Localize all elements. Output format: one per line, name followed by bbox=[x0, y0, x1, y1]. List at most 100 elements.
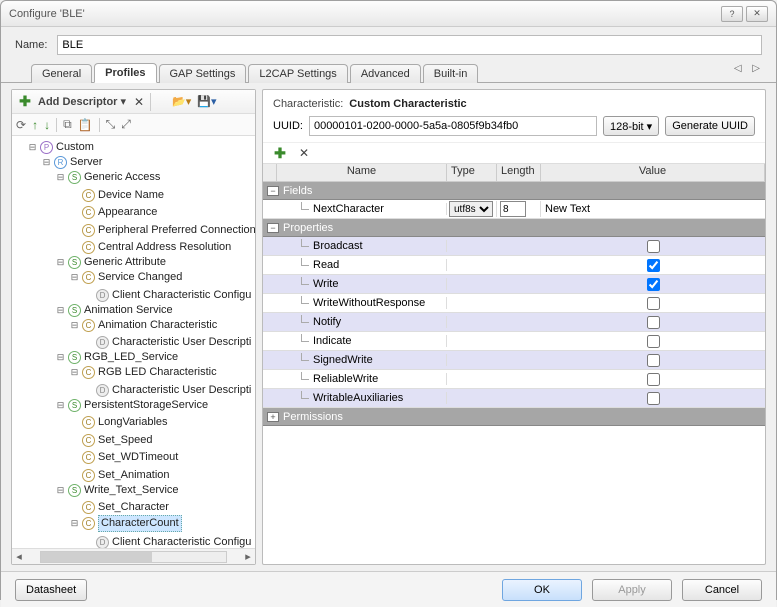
open-icon[interactable]: 📂▾ bbox=[170, 93, 193, 111]
tree-node[interactable]: ⊟CAnimation CharacteristicDCharacteristi… bbox=[70, 318, 253, 351]
delete-field-icon[interactable]: ✕ bbox=[295, 144, 313, 162]
tab-l2cap-settings[interactable]: L2CAP Settings bbox=[248, 64, 347, 83]
tab-scroll[interactable]: ◁ ▷ bbox=[734, 63, 764, 74]
help-button[interactable]: ? bbox=[721, 6, 743, 22]
tree-node[interactable]: DClient Characteristic Configu bbox=[84, 532, 253, 548]
property-row[interactable]: Read bbox=[263, 256, 765, 275]
tab-built-in[interactable]: Built-in bbox=[423, 64, 479, 83]
tree-node[interactable]: ⊟SGeneric Attribute⊟CService ChangedDCli… bbox=[56, 255, 253, 303]
tree-node[interactable]: ⊟SWrite_Text_ServiceCSet_Character⊟CChar… bbox=[56, 483, 253, 549]
copy-icon[interactable]: ⧉ bbox=[63, 117, 72, 132]
uuid-label: UUID: bbox=[273, 120, 303, 132]
tab-advanced[interactable]: Advanced bbox=[350, 64, 421, 83]
c-badge-icon: C bbox=[82, 434, 95, 447]
tree-node[interactable]: CSet_WDTimeout bbox=[70, 448, 253, 466]
tree-toolbar: ✚ Add Descriptor ▾ ✕ 📂▾ 💾▾ bbox=[12, 90, 255, 114]
property-checkbox[interactable] bbox=[647, 373, 660, 386]
tree-node[interactable]: ⊟SGeneric AccessCDevice NameCAppearanceC… bbox=[56, 170, 253, 255]
property-checkbox[interactable] bbox=[647, 259, 660, 272]
cancel-button[interactable]: Cancel bbox=[682, 579, 762, 601]
tree-root[interactable]: ⊟PCustom⊟RServer⊟SGeneric AccessCDevice … bbox=[28, 140, 253, 548]
property-checkbox[interactable] bbox=[647, 297, 660, 310]
tree-node[interactable]: ⊟CCharacterCountDClient Characteristic C… bbox=[70, 515, 253, 548]
tree-node[interactable]: CAppearance bbox=[70, 203, 253, 221]
field-row[interactable]: NextCharacter utf8s New Text bbox=[263, 200, 765, 219]
profile-tree[interactable]: ⊟PCustom⊟RServer⊟SGeneric AccessCDevice … bbox=[12, 136, 255, 548]
uuid-input[interactable] bbox=[309, 116, 597, 136]
property-row[interactable]: Broadcast bbox=[263, 237, 765, 256]
save-icon[interactable]: 💾▾ bbox=[195, 93, 218, 111]
section-permissions[interactable]: +Permissions bbox=[263, 408, 765, 426]
section-properties[interactable]: −Properties bbox=[263, 219, 765, 237]
name-input[interactable] bbox=[57, 35, 762, 55]
up-icon[interactable]: ↑ bbox=[32, 118, 38, 132]
tree-node[interactable]: CLongVariables bbox=[70, 413, 253, 431]
property-name: Indicate bbox=[313, 335, 352, 347]
p-badge-icon: P bbox=[40, 141, 53, 154]
property-checkbox[interactable] bbox=[647, 316, 660, 329]
tree-subtoolbar: ⟳ ↑ ↓ ⧉ 📋 ⤡ ⤢ bbox=[12, 114, 255, 136]
property-row[interactable]: Indicate bbox=[263, 332, 765, 351]
s-badge-icon: S bbox=[68, 256, 81, 269]
col-length: Length bbox=[497, 164, 541, 181]
collapse-icon[interactable]: ⤢ bbox=[121, 117, 131, 132]
close-button[interactable]: ✕ bbox=[746, 6, 768, 22]
property-name: WriteWithoutResponse bbox=[313, 297, 425, 309]
uuid-bits-select[interactable]: 128-bit ▾ bbox=[603, 116, 659, 136]
property-checkbox[interactable] bbox=[647, 278, 660, 291]
property-checkbox[interactable] bbox=[647, 392, 660, 405]
tab-general[interactable]: General bbox=[31, 64, 92, 83]
tree-node[interactable]: ⊟SRGB_LED_Service⊟CRGB LED Characteristi… bbox=[56, 350, 253, 398]
tree-node[interactable]: ⊟CService ChangedDClient Characteristic … bbox=[70, 270, 253, 303]
property-row[interactable]: Write bbox=[263, 275, 765, 294]
property-checkbox[interactable] bbox=[647, 335, 660, 348]
tree-node[interactable]: CSet_Speed bbox=[70, 430, 253, 448]
property-row[interactable]: Notify bbox=[263, 313, 765, 332]
name-label: Name: bbox=[15, 39, 47, 51]
tree-node[interactable]: DClient Characteristic Configu bbox=[84, 285, 253, 303]
titlebar: Configure 'BLE' ? ✕ bbox=[1, 1, 776, 27]
tree-server[interactable]: ⊟RServer⊟SGeneric AccessCDevice NameCApp… bbox=[42, 155, 253, 548]
d-badge-icon: D bbox=[96, 336, 109, 349]
refresh-icon[interactable]: ⟳ bbox=[16, 118, 26, 132]
tree-h-scrollbar[interactable]: ◂▸ bbox=[12, 548, 255, 564]
apply-button[interactable]: Apply bbox=[592, 579, 672, 601]
property-checkbox[interactable] bbox=[647, 354, 660, 367]
tree-node[interactable]: CSet_Character bbox=[70, 498, 253, 516]
section-fields[interactable]: −Fields bbox=[263, 182, 765, 200]
down-icon[interactable]: ↓ bbox=[44, 118, 50, 132]
tree-node[interactable]: ⊟CRGB LED CharacteristicDCharacteristic … bbox=[70, 365, 253, 398]
expand-icon[interactable]: ⤡ bbox=[106, 117, 116, 132]
delete-button[interactable]: ✕ bbox=[130, 93, 148, 111]
c-badge-icon: C bbox=[82, 241, 95, 254]
property-checkbox[interactable] bbox=[647, 240, 660, 253]
tree-node[interactable]: CDevice Name bbox=[70, 185, 253, 203]
field-value: New Text bbox=[545, 203, 590, 215]
add-field-icon[interactable]: ✚ bbox=[271, 144, 289, 162]
tab-gap-settings[interactable]: GAP Settings bbox=[159, 64, 247, 83]
s-badge-icon: S bbox=[68, 171, 81, 184]
tab-profiles[interactable]: Profiles bbox=[94, 63, 156, 83]
tree-node[interactable]: CPeripheral Preferred Connection bbox=[70, 220, 253, 238]
tree-node[interactable]: ⊟SAnimation Service⊟CAnimation Character… bbox=[56, 303, 253, 351]
generate-uuid-button[interactable]: Generate UUID bbox=[665, 116, 755, 136]
add-descriptor-button[interactable]: Add Descriptor ▾ bbox=[36, 93, 128, 111]
tree-node[interactable]: CCentral Address Resolution bbox=[70, 238, 253, 256]
ok-button[interactable]: OK bbox=[502, 579, 582, 601]
paste-icon[interactable]: 📋 bbox=[78, 118, 93, 132]
datasheet-button[interactable]: Datasheet bbox=[15, 579, 87, 601]
tree-node[interactable]: CSet_Animation bbox=[70, 465, 253, 483]
field-length-input[interactable] bbox=[500, 201, 526, 217]
property-row[interactable]: WriteWithoutResponse bbox=[263, 294, 765, 313]
tree-node[interactable]: DCharacteristic User Descripti bbox=[84, 333, 253, 351]
property-name: ReliableWrite bbox=[313, 373, 378, 385]
tree-node[interactable]: ⊟SPersistentStorageServiceCLongVariables… bbox=[56, 398, 253, 483]
property-name: WritableAuxiliaries bbox=[313, 392, 403, 404]
s-badge-icon: S bbox=[68, 399, 81, 412]
property-row[interactable]: ReliableWrite bbox=[263, 370, 765, 389]
property-row[interactable]: WritableAuxiliaries bbox=[263, 389, 765, 408]
field-type-select[interactable]: utf8s bbox=[449, 201, 493, 217]
tree-node[interactable]: DCharacteristic User Descripti bbox=[84, 380, 253, 398]
c-badge-icon: C bbox=[82, 451, 95, 464]
property-row[interactable]: SignedWrite bbox=[263, 351, 765, 370]
